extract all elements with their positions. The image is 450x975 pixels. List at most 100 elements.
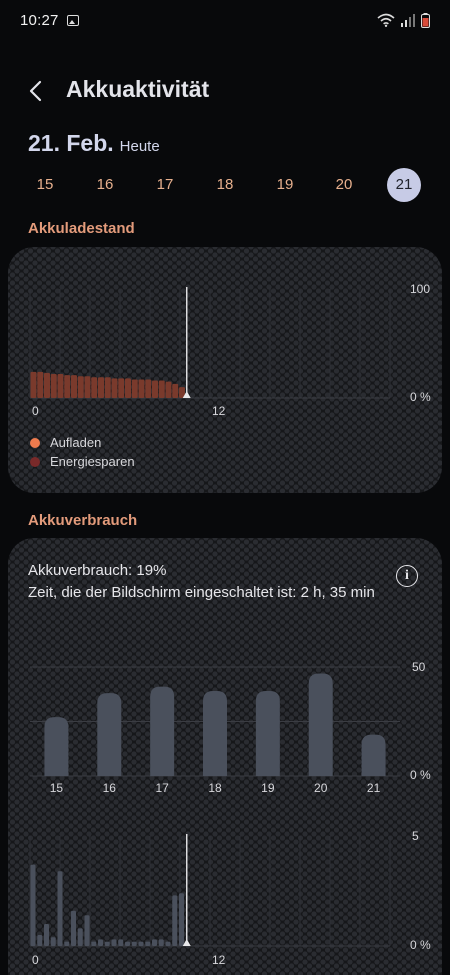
level-bar: [152, 380, 158, 398]
usage-x-tick-18: 18: [208, 781, 222, 795]
battery-icon: [421, 12, 430, 28]
hourly-bar: [91, 941, 97, 946]
level-bar: [77, 376, 84, 398]
level-bar: [37, 371, 44, 398]
hourly-chart-bars: [30, 864, 184, 946]
usage-x-tick-15: 15: [50, 781, 64, 795]
status-icons: [377, 12, 430, 28]
hourly-chart-grid: [29, 836, 391, 947]
date-today-label: Heute: [119, 138, 160, 155]
level-x-tick-0: 0: [32, 404, 39, 418]
legend-power-saving-label: Energiesparen: [50, 454, 135, 469]
battery-usage-card: Akkuverbrauch: 19% Zeit, die der Bildsch…: [8, 538, 442, 975]
hourly-y-tick-max: 5: [412, 829, 419, 843]
hourly-bar: [57, 871, 63, 946]
usage-bar-16: [97, 693, 122, 776]
hourly-y-tick-min: 0 %: [410, 938, 431, 952]
usage-bar-17: [150, 686, 175, 776]
usage-bar-18: [203, 690, 227, 776]
level-bar: [104, 377, 111, 398]
header: Akkuaktivität: [0, 70, 450, 110]
hourly-bar: [37, 935, 43, 946]
hourly-bar: [111, 939, 117, 946]
hourly-bar: [125, 941, 130, 946]
day-selector: 15 16 17 18 19 20 21: [16, 168, 436, 202]
level-y-tick-max: 100: [410, 282, 430, 296]
hourly-x-tick-0: 0: [32, 953, 39, 967]
level-bar: [125, 378, 131, 398]
day-21-selected[interactable]: 21: [387, 168, 421, 202]
level-chart-grid: [29, 289, 391, 399]
hourly-bar: [64, 941, 70, 946]
back-button[interactable]: [22, 76, 52, 106]
usage-x-tick-19: 19: [261, 781, 275, 795]
battery-usage-section-title: Akkuverbrauch: [28, 512, 138, 529]
battery-level-card: 0 12 100 0 % Aufladen Energiesparen: [8, 247, 442, 493]
signal-icon: [401, 13, 415, 27]
hourly-bar: [152, 939, 157, 946]
level-bar: [131, 379, 138, 398]
hourly-bar: [118, 939, 124, 946]
usage-x-tick-16: 16: [103, 781, 117, 795]
battery-usage-hourly-chart: 0 12 5 0 %: [29, 829, 431, 967]
hourly-bar: [138, 941, 144, 946]
hourly-bar: [77, 928, 83, 946]
page-title: Akkuaktivität: [66, 76, 210, 102]
level-bar: [165, 381, 172, 398]
level-bar: [44, 372, 50, 398]
day-19[interactable]: 19: [268, 168, 302, 202]
day-20[interactable]: 20: [327, 168, 361, 202]
day-18[interactable]: 18: [208, 168, 242, 202]
usage-y-tick-max: 50: [412, 660, 426, 674]
legend-charging: Aufladen: [30, 435, 101, 450]
date-main: 21. Feb.: [28, 130, 114, 156]
hourly-bar: [30, 864, 36, 946]
hourly-bar: [50, 937, 56, 946]
hourly-bar: [131, 941, 137, 946]
day-17[interactable]: 17: [148, 168, 182, 202]
gallery-icon: [66, 14, 79, 26]
day-16[interactable]: 16: [88, 168, 122, 202]
hourly-x-tick-12: 12: [212, 953, 226, 967]
level-bar: [57, 374, 64, 398]
battery-level-section-title: Akkuladestand: [28, 220, 135, 237]
day-15[interactable]: 15: [28, 168, 62, 202]
level-bar: [118, 378, 125, 398]
level-chart-bars: [30, 371, 185, 398]
usage-y-tick-min: 0 %: [410, 768, 431, 782]
level-bar: [64, 375, 71, 398]
status-time: 10:27: [20, 11, 59, 29]
battery-level-chart: 0 12 100 0 %: [29, 282, 431, 418]
usage-chart-bars: [44, 673, 386, 776]
hourly-bar: [172, 895, 178, 946]
usage-bar-19: [255, 690, 280, 776]
usage-chart-x-ticks: 15 16 17 18 19 20 21: [50, 781, 381, 795]
legend-charging-label: Aufladen: [50, 435, 102, 450]
hourly-bar: [98, 939, 103, 946]
hourly-bar: [179, 893, 184, 946]
legend-power-saving: Energiesparen: [30, 454, 135, 469]
level-bar: [30, 371, 37, 398]
hourly-bar: [84, 915, 90, 946]
usage-bar-20: [308, 673, 333, 776]
level-bar: [145, 379, 152, 398]
level-bar: [111, 378, 118, 398]
usage-x-tick-21: 21: [367, 781, 381, 795]
level-bar: [172, 383, 179, 398]
hourly-bar: [44, 924, 49, 946]
legend-charging-dot: [30, 437, 40, 448]
usage-x-tick-20: 20: [314, 781, 328, 795]
hourly-bar: [165, 941, 171, 946]
hourly-bar: [104, 941, 110, 946]
battery-usage-daily-chart: 15 16 17 18 19 20 21 50 0 %: [30, 660, 431, 795]
legend-power-saving-dot: [30, 456, 40, 467]
level-y-tick-min: 0 %: [410, 390, 431, 404]
level-chart-now-marker: [182, 287, 191, 398]
level-bar: [158, 380, 165, 398]
hourly-bar: [158, 939, 164, 946]
status-bar: 10:27: [0, 0, 450, 40]
chevron-left-icon: [29, 80, 42, 102]
usage-x-tick-17: 17: [155, 781, 169, 795]
level-bar: [98, 377, 104, 398]
level-x-tick-12: 12: [212, 404, 226, 418]
